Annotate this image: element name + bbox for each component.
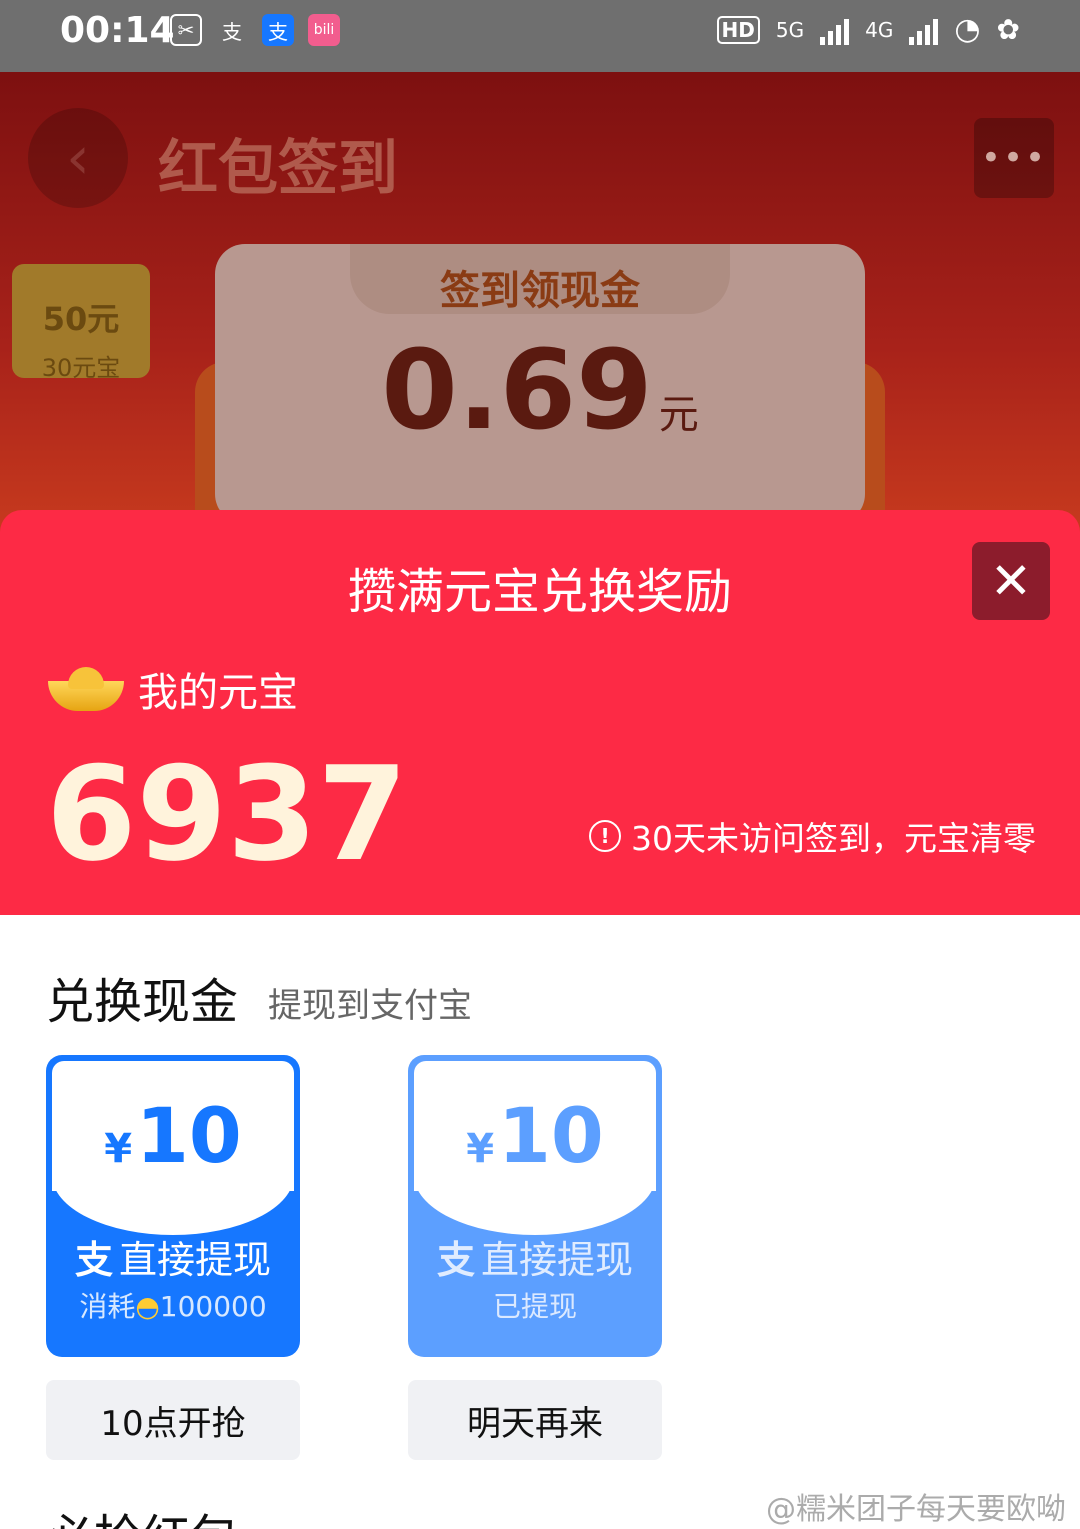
card-status-note: 已提现: [492, 1290, 577, 1323]
net-5g-label: 5G: [775, 17, 805, 42]
envelope-amount-value: 0.69: [381, 326, 653, 454]
amount-value: 10: [498, 1091, 604, 1180]
close-button[interactable]: ✕: [972, 542, 1050, 620]
status-bar: 00:14 ✂ 支 支 bili HD 5G 4G ◔ ✿: [0, 0, 1080, 72]
currency-symbol: ¥: [104, 1126, 133, 1172]
paw-icon: ✿: [996, 13, 1020, 46]
alipay-icon: 支: [436, 1238, 475, 1282]
ingot-count: 6937: [46, 738, 408, 890]
envelope-label: 签到领现金: [440, 268, 640, 314]
bilibili-icon: bili: [308, 14, 340, 46]
status-notification-icons: ✂ 支 支 bili: [170, 14, 340, 46]
back-button[interactable]: ‹: [28, 108, 128, 208]
red-envelope: 签到领现金 0.69 元: [215, 244, 865, 524]
action-text: 直接提现: [119, 1238, 272, 1282]
coupon-sub: 30元宝: [41, 354, 121, 382]
wifi-icon: ◔: [954, 12, 981, 47]
more-button[interactable]: •••: [974, 118, 1054, 198]
gold-ingot-icon: ◓: [135, 1290, 160, 1323]
envelope-unit: 元: [658, 392, 699, 438]
expiry-warning: ! 30天未访问签到，元宝清零: [589, 812, 1036, 860]
status-time: 00:14: [60, 10, 175, 51]
warning-text: 30天未访问签到，元宝清零: [631, 819, 1036, 858]
alipay-icon: 支: [74, 1238, 113, 1282]
grab-at-10-button[interactable]: 10点开抢: [46, 1380, 300, 1460]
modal-title: 攒满元宝兑换奖励: [347, 564, 732, 620]
alipay-notification-icon: 支: [222, 19, 242, 44]
card-cost-note: 消耗◓100000: [46, 1285, 300, 1325]
alipay-color-icon: 支: [262, 14, 294, 46]
envelope-amount: 0.69 元: [215, 326, 865, 454]
chevron-left-icon: ‹: [66, 123, 90, 193]
cash-card-2[interactable]: ¥10 支直接提现 已提现: [408, 1055, 662, 1357]
come-tomorrow-button[interactable]: 明天再来: [408, 1380, 662, 1460]
close-icon: ✕: [990, 552, 1032, 610]
note-value: 100000: [159, 1290, 267, 1323]
gold-ingot-icon: [48, 665, 124, 713]
signal-icon: [820, 15, 850, 45]
warning-icon: !: [589, 820, 621, 852]
cash-card-amount: ¥10: [46, 1091, 300, 1180]
reward-modal-header: 攒满元宝兑换奖励 ✕ 我的元宝 6937 ! 30天未访问签到，元宝清零: [0, 510, 1080, 915]
section-title: 兑换现金: [46, 974, 239, 1030]
card-action: 支直接提现: [408, 1229, 662, 1284]
card-action: 支直接提现: [46, 1229, 300, 1284]
status-indicators: HD 5G 4G ◔ ✿: [716, 12, 1020, 47]
note-prefix: 消耗: [79, 1290, 136, 1323]
next-section-title: 必抢红包: [46, 1508, 238, 1529]
section-subtitle: 提现到支付宝: [268, 986, 472, 1026]
signal-icon-2: [909, 15, 939, 45]
cash-card-1[interactable]: ¥10 支直接提现 消耗◓100000: [46, 1055, 300, 1357]
amount-value: 10: [136, 1091, 242, 1180]
watermark: @糯米团子每天要欧呦: [766, 1492, 1066, 1527]
cash-card-amount: ¥10: [408, 1091, 662, 1180]
ingot-label: 我的元宝: [138, 670, 298, 716]
net-4g-label: 4G: [865, 17, 894, 42]
page-title: 红包签到: [158, 134, 398, 204]
coupon-badge[interactable]: 50元 30元宝: [12, 264, 150, 382]
coupon-amount: 50元: [42, 300, 120, 338]
hd-icon: HD: [716, 15, 760, 44]
more-dots-icon: •••: [980, 138, 1048, 178]
currency-symbol: ¥: [466, 1126, 495, 1172]
notification-app-icon: ✂: [170, 14, 202, 46]
my-ingot-row: 我的元宝: [48, 660, 298, 718]
background-page: ‹ 红包签到 ••• 50元 30元宝 签到领现金 0.69 元: [0, 72, 1080, 532]
action-text: 直接提现: [481, 1238, 634, 1282]
